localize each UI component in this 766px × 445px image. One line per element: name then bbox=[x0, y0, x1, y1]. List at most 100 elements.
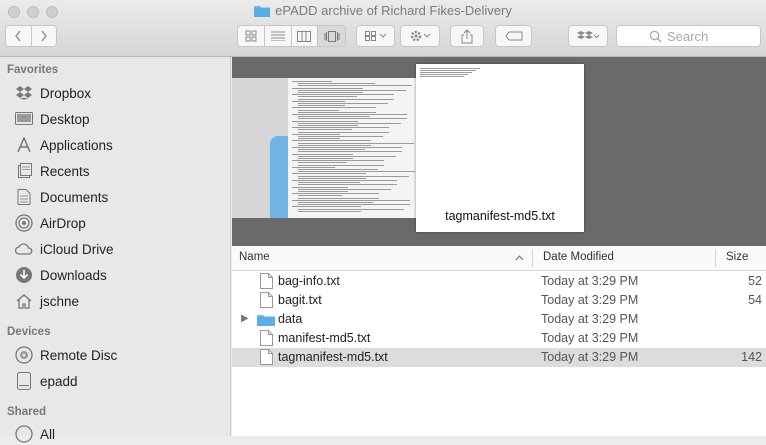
sidebar-item-label: Applications bbox=[40, 137, 113, 153]
text-line-graphic bbox=[298, 144, 371, 146]
sidebar-item-label: Recents bbox=[40, 163, 90, 179]
disc-icon bbox=[14, 346, 34, 364]
list-header: Name Date Modified Size bbox=[232, 246, 766, 271]
sort-ascending-icon bbox=[515, 255, 524, 261]
cover-flow-preview[interactable]: tagmanifest-md5.txt bbox=[232, 57, 766, 246]
sidebar-item-applications[interactable]: Applications bbox=[14, 134, 113, 156]
text-line-graphic bbox=[298, 164, 384, 166]
text-line-graphic bbox=[298, 118, 407, 120]
sidebar: Favorites Dropbox Desktop Applications R… bbox=[0, 57, 231, 443]
file-size: 52 bbox=[748, 274, 762, 288]
text-line-graphic bbox=[420, 74, 468, 75]
sidebar-item-documents[interactable]: Documents bbox=[14, 186, 108, 208]
file-date: Today at 3:29 PM bbox=[541, 312, 639, 326]
text-line-graphic bbox=[292, 127, 389, 129]
sidebar-item-all[interactable]: All bbox=[14, 423, 55, 445]
selected-file-thumbnail[interactable] bbox=[416, 64, 584, 232]
sidebar-item-dropbox[interactable]: Dropbox bbox=[14, 82, 91, 104]
icon-view-button[interactable] bbox=[238, 26, 265, 46]
list-item[interactable]: manifest-md5.txt Today at 3:29 PM bbox=[232, 329, 766, 348]
list-item[interactable]: bagit.txt Today at 3:29 PM 54 bbox=[232, 291, 766, 310]
text-line-graphic bbox=[292, 147, 402, 148]
name-column-header[interactable]: Name bbox=[239, 251, 270, 263]
file-name: data bbox=[278, 312, 303, 326]
file-size: 142 bbox=[741, 350, 762, 364]
text-line-graphic bbox=[292, 153, 353, 155]
sidebar-item-icloud-drive[interactable]: iCloud Drive bbox=[14, 238, 114, 260]
text-line-graphic bbox=[292, 166, 335, 168]
text-line-graphic bbox=[298, 109, 339, 111]
text-line-graphic bbox=[298, 89, 406, 91]
column-view-button[interactable] bbox=[291, 26, 319, 46]
forward-button[interactable] bbox=[31, 26, 56, 46]
file-list: Name Date Modified Size bag-info.txt Tod… bbox=[232, 246, 766, 436]
action-button[interactable] bbox=[400, 25, 440, 47]
gear-icon bbox=[410, 30, 431, 42]
tag-icon bbox=[504, 31, 522, 41]
documents-icon bbox=[14, 188, 34, 206]
sidebar-item-remote-disc[interactable]: Remote Disc bbox=[14, 344, 117, 366]
list-item[interactable]: bag-info.txt Today at 3:29 PM 52 bbox=[232, 272, 766, 291]
sidebar-item-recents[interactable]: Recents bbox=[14, 160, 90, 182]
tags-button[interactable] bbox=[495, 25, 532, 47]
column-divider[interactable] bbox=[715, 249, 716, 267]
sidebar-item-label: Downloads bbox=[40, 267, 107, 283]
text-line-graphic bbox=[298, 175, 409, 177]
share-button[interactable] bbox=[450, 25, 484, 47]
sidebar-item-label: Desktop bbox=[40, 111, 90, 127]
text-line-graphic bbox=[298, 182, 360, 184]
folder-icon bbox=[254, 6, 271, 17]
size-column-header[interactable]: Size bbox=[726, 251, 748, 263]
text-line-graphic bbox=[292, 133, 340, 135]
sidebar-item-label: jschne bbox=[40, 293, 80, 309]
cover-flow-view-button[interactable] bbox=[318, 26, 345, 46]
text-line-graphic bbox=[298, 111, 376, 113]
text-line-graphic bbox=[298, 197, 379, 199]
text-line-graphic bbox=[298, 85, 412, 87]
drive-icon bbox=[14, 372, 34, 390]
date-column-header[interactable]: Date Modified bbox=[543, 251, 614, 263]
grid-icon bbox=[245, 30, 257, 42]
text-line-graphic bbox=[298, 155, 396, 157]
dropbox-icon bbox=[577, 31, 600, 39]
sidebar-item-jschne[interactable]: jschne bbox=[14, 290, 79, 312]
previous-file-thumbnail[interactable] bbox=[232, 78, 418, 218]
search-icon bbox=[649, 30, 662, 43]
text-line-graphic bbox=[298, 162, 347, 164]
disclosure-triangle-icon[interactable]: ▶ bbox=[241, 313, 249, 324]
text-line-graphic bbox=[420, 76, 464, 77]
window-title: ePADD archive of Richard Fikes-Delivery bbox=[0, 3, 766, 18]
list-item[interactable]: ▶ data Today at 3:29 PM bbox=[232, 310, 766, 329]
sidebar-item-label: Dropbox bbox=[40, 85, 92, 101]
list-item-selected[interactable]: tagmanifest-md5.txt Today at 3:29 PM 142 bbox=[232, 348, 766, 367]
sidebar-item-desktop[interactable]: Desktop bbox=[14, 108, 90, 130]
column-divider[interactable] bbox=[532, 249, 533, 267]
arrange-icon bbox=[364, 31, 386, 41]
back-button[interactable] bbox=[6, 26, 32, 46]
dropbox-toolbar-button[interactable] bbox=[568, 25, 608, 47]
sidebar-item-label: All bbox=[40, 426, 56, 442]
text-line-graphic bbox=[298, 188, 391, 190]
file-date: Today at 3:29 PM bbox=[541, 274, 639, 288]
text-line-graphic bbox=[298, 83, 375, 85]
sidebar-item-airdrop[interactable]: AirDrop bbox=[14, 212, 86, 234]
text-line-graphic bbox=[298, 98, 394, 100]
text-line-graphic bbox=[298, 103, 388, 104]
text-page-graphic bbox=[288, 78, 418, 218]
text-line-graphic bbox=[292, 180, 397, 181]
file-name: manifest-md5.txt bbox=[278, 331, 371, 345]
downloads-icon bbox=[14, 266, 34, 284]
list-view-button[interactable] bbox=[264, 26, 292, 46]
text-line-graphic bbox=[298, 177, 366, 179]
sidebar-item-epadd[interactable]: epadd bbox=[14, 370, 78, 392]
cover-flow-icon bbox=[324, 30, 340, 42]
file-name: bag-info.txt bbox=[278, 274, 340, 288]
text-line-graphic bbox=[298, 129, 352, 131]
text-line-graphic bbox=[298, 171, 415, 173]
sidebar-item-label: iCloud Drive bbox=[40, 241, 114, 257]
sidebar-item-downloads[interactable]: Downloads bbox=[14, 264, 107, 286]
view-mode-control bbox=[237, 25, 346, 47]
arrange-button[interactable] bbox=[356, 25, 395, 47]
search-input[interactable]: Search bbox=[616, 25, 761, 47]
text-file-icon bbox=[260, 292, 273, 308]
